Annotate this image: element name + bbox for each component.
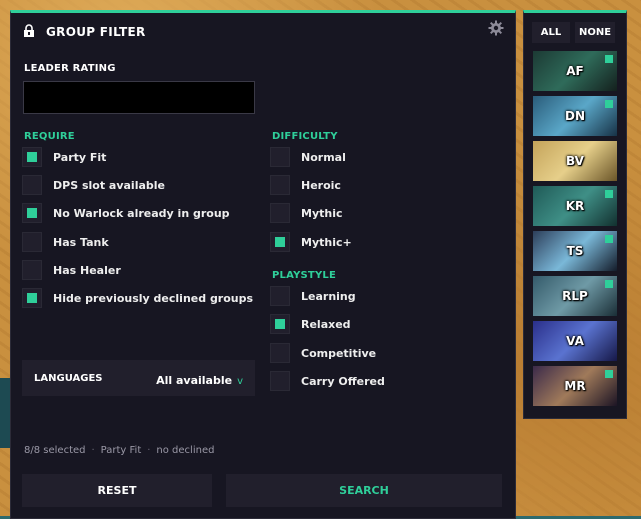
languages-value: All available xyxy=(156,373,233,387)
playstyle-option-label: Carry Offered xyxy=(301,374,385,388)
playstyle-title: PLAYSTYLE xyxy=(272,270,336,281)
difficulty-option[interactable]: Mythic xyxy=(270,203,343,223)
difficulty-option[interactable]: Mythic+ xyxy=(270,232,352,252)
difficulty-option[interactable]: Normal xyxy=(270,147,346,167)
require-option[interactable]: Has Tank xyxy=(22,232,109,252)
require-title: REQUIRE xyxy=(24,131,75,142)
require-checkbox[interactable] xyxy=(22,175,42,195)
require-option-label: Has Healer xyxy=(53,263,121,277)
require-option[interactable]: Party Fit xyxy=(22,147,106,167)
require-option-label: Hide previously declined groups xyxy=(53,291,254,305)
dungeon-tile-ts[interactable]: TS xyxy=(533,231,617,271)
selected-indicator-icon xyxy=(605,55,613,63)
playstyle-checkbox[interactable] xyxy=(270,371,290,391)
require-option-label: Party Fit xyxy=(53,150,107,164)
panel-title: GROUP FILTER xyxy=(46,25,146,39)
playstyle-option-label: Learning xyxy=(301,289,356,303)
require-option-label: No Warlock already in group xyxy=(53,206,230,220)
selected-indicator-icon xyxy=(605,100,613,108)
dungeon-tile-bv[interactable]: BV xyxy=(533,141,617,181)
require-checkbox[interactable] xyxy=(22,147,42,167)
playstyle-checkbox[interactable] xyxy=(270,286,290,306)
languages-dropdown[interactable]: LANGUAGES All available v xyxy=(22,360,255,396)
require-option-label: Has Tank xyxy=(53,235,109,249)
require-option[interactable]: Has Healer xyxy=(22,260,121,280)
playstyle-option[interactable]: Learning xyxy=(270,286,356,306)
leader-rating-label: LEADER RATING xyxy=(24,63,116,74)
chevron-down-icon: v xyxy=(237,375,243,387)
dungeon-tile-va[interactable]: VA xyxy=(533,321,617,361)
dungeon-tile-kr[interactable]: KR xyxy=(533,186,617,226)
playstyle-checkbox[interactable] xyxy=(270,343,290,363)
difficulty-checkbox[interactable] xyxy=(270,203,290,223)
dungeon-tile-dn[interactable]: DN xyxy=(533,96,617,136)
check-icon xyxy=(275,237,285,247)
playstyle-option-label: Competitive xyxy=(301,346,377,360)
require-checkbox[interactable] xyxy=(22,288,42,308)
status-declined: no declined xyxy=(156,445,215,456)
require-checkbox[interactable] xyxy=(22,203,42,223)
difficulty-option-label: Heroic xyxy=(301,178,341,192)
lock-icon xyxy=(24,24,34,37)
selected-indicator-icon xyxy=(605,235,613,243)
group-filter-panel: GROUP FILTER LEADER RATING REQUIRE Party… xyxy=(10,10,516,519)
check-icon xyxy=(27,293,37,303)
difficulty-option-label: Mythic+ xyxy=(301,235,352,249)
selected-indicator-icon xyxy=(605,280,613,288)
difficulty-checkbox[interactable] xyxy=(270,175,290,195)
check-icon xyxy=(27,152,37,162)
require-option-label: DPS slot available xyxy=(53,178,165,192)
dungeon-tile-af[interactable]: AF xyxy=(533,51,617,91)
dungeon-label: VA xyxy=(566,334,584,348)
background-strip xyxy=(0,378,10,448)
select-none-button[interactable]: NONE xyxy=(575,22,615,43)
selected-indicator-icon xyxy=(605,370,613,378)
status-line: 8/8 selected · Party Fit · no declined xyxy=(24,445,214,456)
difficulty-option-label: Normal xyxy=(301,150,346,164)
difficulty-option[interactable]: Heroic xyxy=(270,175,341,195)
languages-label: LANGUAGES xyxy=(34,372,103,384)
selected-indicator-icon xyxy=(605,190,613,198)
difficulty-title: DIFFICULTY xyxy=(272,131,338,142)
reset-button[interactable]: RESET xyxy=(22,474,212,507)
check-icon xyxy=(275,319,285,329)
status-fit: Party Fit xyxy=(100,445,142,456)
search-button[interactable]: SEARCH xyxy=(226,474,502,507)
playstyle-option-label: Relaxed xyxy=(301,317,351,331)
leader-rating-input[interactable] xyxy=(23,81,255,114)
status-selected: 8/8 selected xyxy=(24,445,86,456)
difficulty-option-label: Mythic xyxy=(301,206,343,220)
check-icon xyxy=(27,208,37,218)
require-checkbox[interactable] xyxy=(22,260,42,280)
dungeon-tile-rlp[interactable]: RLP xyxy=(533,276,617,316)
require-checkbox[interactable] xyxy=(22,232,42,252)
dungeon-label: BV xyxy=(566,154,584,168)
dungeon-side-panel: ALL NONE AF DN BV KR TS RLP VA MR xyxy=(523,10,627,419)
playstyle-option[interactable]: Relaxed xyxy=(270,314,351,334)
difficulty-checkbox[interactable] xyxy=(270,147,290,167)
playstyle-checkbox[interactable] xyxy=(270,314,290,334)
panel-header: GROUP FILTER xyxy=(11,13,515,55)
dungeon-tile-mr[interactable]: MR xyxy=(533,366,617,406)
require-option[interactable]: DPS slot available xyxy=(22,175,165,195)
playstyle-option[interactable]: Competitive xyxy=(270,343,376,363)
playstyle-option[interactable]: Carry Offered xyxy=(270,371,385,391)
difficulty-checkbox[interactable] xyxy=(270,232,290,252)
languages-value-wrap: All available v xyxy=(156,369,243,388)
status-separator: · xyxy=(91,445,95,456)
status-separator: · xyxy=(147,445,151,456)
gear-icon[interactable] xyxy=(488,20,504,36)
select-all-button[interactable]: ALL xyxy=(532,22,570,43)
require-option[interactable]: No Warlock already in group xyxy=(22,203,230,223)
require-option[interactable]: Hide previously declined groups xyxy=(22,288,253,308)
